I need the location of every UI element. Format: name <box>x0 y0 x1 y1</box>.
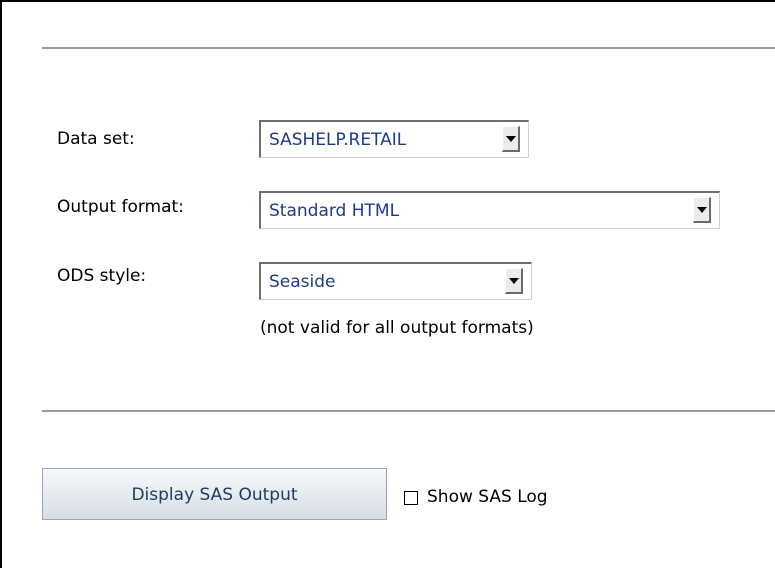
ods-style-select[interactable]: Seaside <box>259 262 532 300</box>
ods-style-label: ODS style: <box>57 266 147 286</box>
middle-divider <box>42 410 775 412</box>
dataset-select-value: SASHELP.RETAIL <box>269 130 407 150</box>
ods-style-select-value: Seaside <box>269 272 336 292</box>
show-sas-log-label[interactable]: Show SAS Log <box>427 487 548 507</box>
show-sas-log-checkbox[interactable] <box>404 491 418 505</box>
output-format-dropdown-button[interactable] <box>693 197 711 223</box>
chevron-down-icon <box>506 136 516 142</box>
dataset-dropdown-button[interactable] <box>502 126 520 152</box>
dataset-select[interactable]: SASHELP.RETAIL <box>259 120 529 158</box>
output-format-select[interactable]: Standard HTML <box>259 191 720 229</box>
form-frame: Data set: SASHELP.RETAIL Output format: … <box>0 0 775 568</box>
dataset-label: Data set: <box>57 129 135 149</box>
chevron-down-icon <box>697 207 707 213</box>
ods-style-note: (not valid for all output formats) <box>260 318 534 338</box>
display-sas-output-button[interactable]: Display SAS Output <box>42 468 387 520</box>
chevron-down-icon <box>509 278 519 284</box>
output-format-label: Output format: <box>57 197 184 217</box>
output-format-select-value: Standard HTML <box>269 201 400 221</box>
top-divider <box>42 47 775 49</box>
ods-style-dropdown-button[interactable] <box>505 268 523 294</box>
